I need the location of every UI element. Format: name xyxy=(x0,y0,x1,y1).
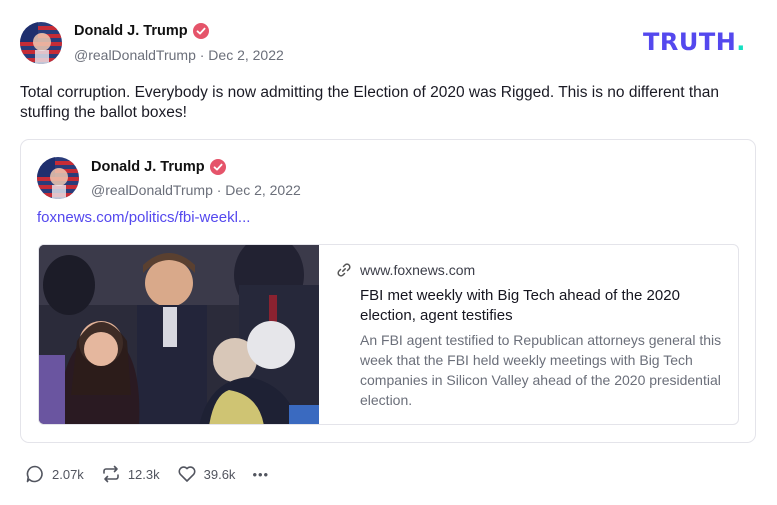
link-icon xyxy=(337,263,351,277)
author-name[interactable]: Donald J. Trump xyxy=(74,23,209,39)
link-preview-title: FBI met weekly with Big Tech ahead of th… xyxy=(360,287,680,324)
verified-badge-icon xyxy=(209,159,226,175)
link-preview-description: An FBI agent testified to Republican att… xyxy=(360,332,722,408)
author-avatar[interactable] xyxy=(20,22,62,64)
verified-badge-icon xyxy=(192,23,209,39)
article-thumbnail xyxy=(39,245,319,424)
truth-logo[interactable]: TRUTH. xyxy=(643,28,746,56)
heart-icon xyxy=(178,466,196,482)
article-link[interactable]: foxnews.com/politics/fbi-weekl... xyxy=(37,209,250,226)
retruth-button[interactable]: 12.3k xyxy=(101,464,160,484)
retruth-icon xyxy=(103,465,119,483)
reply-icon xyxy=(26,465,43,483)
quoted-author-handle[interactable]: @realDonaldTrump · Dec 2, 2022 xyxy=(91,182,301,198)
link-preview-domain-text: www.foxnews.com xyxy=(360,262,476,278)
link-preview-card[interactable]: www.foxnews.com FBI met weekly with Big … xyxy=(38,244,739,425)
like-button[interactable]: 39.6k xyxy=(177,464,236,484)
logo-text: TRUTH xyxy=(643,28,737,56)
post-text: Total corruption. Everybody is now admit… xyxy=(20,84,720,121)
quoted-author-avatar[interactable] xyxy=(37,157,79,199)
action-bar: 2.07k 12.3k 39.6k ••• xyxy=(25,464,286,484)
link-preview-domain: www.foxnews.com xyxy=(336,262,475,278)
reply-count: 2.07k xyxy=(52,466,84,482)
retruth-count: 12.3k xyxy=(127,466,160,482)
logo-dot: . xyxy=(736,28,746,56)
more-options-button[interactable]: ••• xyxy=(252,467,269,482)
quoted-author-name-text[interactable]: Donald J. Trump xyxy=(91,159,205,175)
reply-button[interactable]: 2.07k xyxy=(25,464,84,484)
like-count: 39.6k xyxy=(203,466,236,482)
quoted-author-name[interactable]: Donald J. Trump xyxy=(91,159,226,175)
author-name-text[interactable]: Donald J. Trump xyxy=(74,23,188,39)
more-options-icon: ••• xyxy=(252,466,270,482)
author-handle[interactable]: @realDonaldTrump · Dec 2, 2022 xyxy=(74,47,284,63)
